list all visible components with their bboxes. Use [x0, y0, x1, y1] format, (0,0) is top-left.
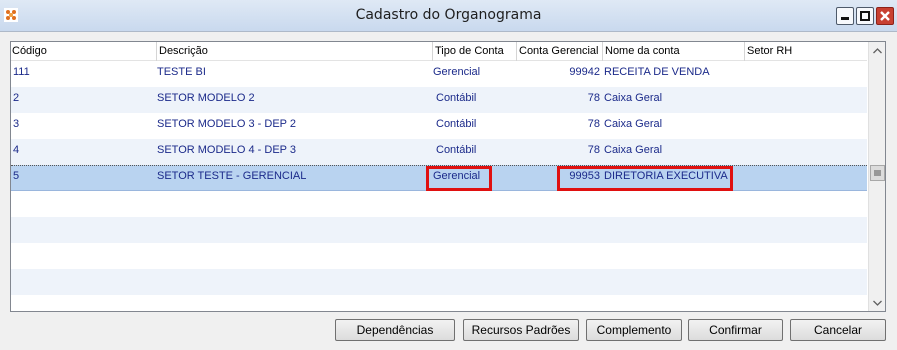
- cell-descricao: SETOR MODELO 4 - DEP 3: [157, 144, 296, 156]
- grip-icon: [874, 170, 881, 176]
- minimize-icon: [841, 17, 849, 20]
- cell-descricao: SETOR MODELO 3 - DEP 2: [157, 118, 296, 130]
- cell-descricao: SETOR MODELO 2: [157, 92, 255, 104]
- close-button[interactable]: [876, 7, 894, 25]
- confirmar-button[interactable]: Confirmar: [688, 319, 783, 341]
- table-row[interactable]: 111 TESTE BI Gerencial 99942 RECEITA DE …: [11, 61, 867, 87]
- cell-codigo: 3: [13, 118, 20, 130]
- grid-header: Código Descrição Tipo de Conta Conta Ger…: [11, 42, 867, 61]
- empty-row: [11, 191, 867, 217]
- organograma-grid[interactable]: Código Descrição Tipo de Conta Conta Ger…: [10, 41, 886, 312]
- cell-nome-conta: RECEITA DE VENDA: [604, 66, 710, 78]
- empty-row: [11, 269, 867, 295]
- minimize-button[interactable]: [836, 7, 854, 25]
- cell-codigo: 4: [13, 144, 20, 156]
- highlight-box-conta-gerencial: [557, 166, 733, 191]
- empty-row: [11, 243, 867, 269]
- cell-nome-conta: Caixa Geral: [604, 144, 663, 156]
- cell-codigo: 5: [13, 170, 20, 182]
- cancelar-button[interactable]: Cancelar: [790, 319, 886, 341]
- cell-codigo: 111: [13, 66, 30, 78]
- title-bar: Cadastro do Organograma: [0, 0, 897, 32]
- column-header-setor-rh[interactable]: Setor RH: [744, 42, 867, 61]
- recursos-padroes-button[interactable]: Recursos Padrões: [463, 319, 579, 341]
- cell-conta-gerencial: 78: [587, 92, 600, 104]
- empty-row: [11, 217, 867, 243]
- vertical-scrollbar[interactable]: [868, 42, 885, 311]
- scroll-up-button[interactable]: [869, 42, 885, 59]
- chevron-down-icon: [873, 300, 882, 306]
- highlight-box-tipo-conta: [426, 166, 492, 191]
- column-header-descricao[interactable]: Descrição: [156, 42, 432, 61]
- cell-conta-gerencial: 78: [587, 118, 600, 130]
- column-header-nome-conta[interactable]: Nome da conta: [602, 42, 744, 61]
- cell-descricao: TESTE BI: [157, 66, 206, 78]
- window-title: Cadastro do Organograma: [355, 7, 542, 23]
- column-header-conta-gerencial[interactable]: Conta Gerencial: [516, 42, 602, 61]
- chevron-up-icon: [873, 47, 882, 53]
- cell-nome-conta: Caixa Geral: [604, 92, 663, 104]
- close-icon: [880, 11, 890, 21]
- table-row[interactable]: 3 SETOR MODELO 3 - DEP 2 Contábil 78 Cai…: [11, 113, 867, 139]
- cell-codigo: 2: [13, 92, 20, 104]
- cell-nome-conta: Caixa Geral: [604, 118, 663, 130]
- cell-tipo-conta: Contábil: [436, 118, 477, 130]
- cell-tipo-conta: Gerencial: [433, 66, 481, 78]
- column-header-tipo-conta[interactable]: Tipo de Conta: [432, 42, 516, 61]
- cell-tipo-conta: Contábil: [436, 144, 477, 156]
- table-row[interactable]: 2 SETOR MODELO 2 Contábil 78 Caixa Geral: [11, 87, 867, 113]
- scroll-thumb[interactable]: [870, 165, 885, 181]
- cell-descricao: SETOR TESTE - GERENCIAL: [157, 170, 307, 182]
- table-row[interactable]: 4 SETOR MODELO 4 - DEP 3 Contábil 78 Cai…: [11, 139, 867, 165]
- maximize-icon: [860, 11, 870, 21]
- cell-tipo-conta: Contábil: [436, 92, 477, 104]
- empty-row: [11, 295, 867, 311]
- column-header-codigo[interactable]: Código: [11, 42, 156, 61]
- cell-conta-gerencial: 99942: [569, 66, 600, 78]
- scroll-down-button[interactable]: [869, 294, 885, 311]
- maximize-button[interactable]: [856, 7, 874, 25]
- dependencias-button[interactable]: Dependências: [335, 319, 455, 341]
- complemento-button[interactable]: Complemento: [586, 319, 682, 341]
- cell-conta-gerencial: 78: [587, 144, 600, 156]
